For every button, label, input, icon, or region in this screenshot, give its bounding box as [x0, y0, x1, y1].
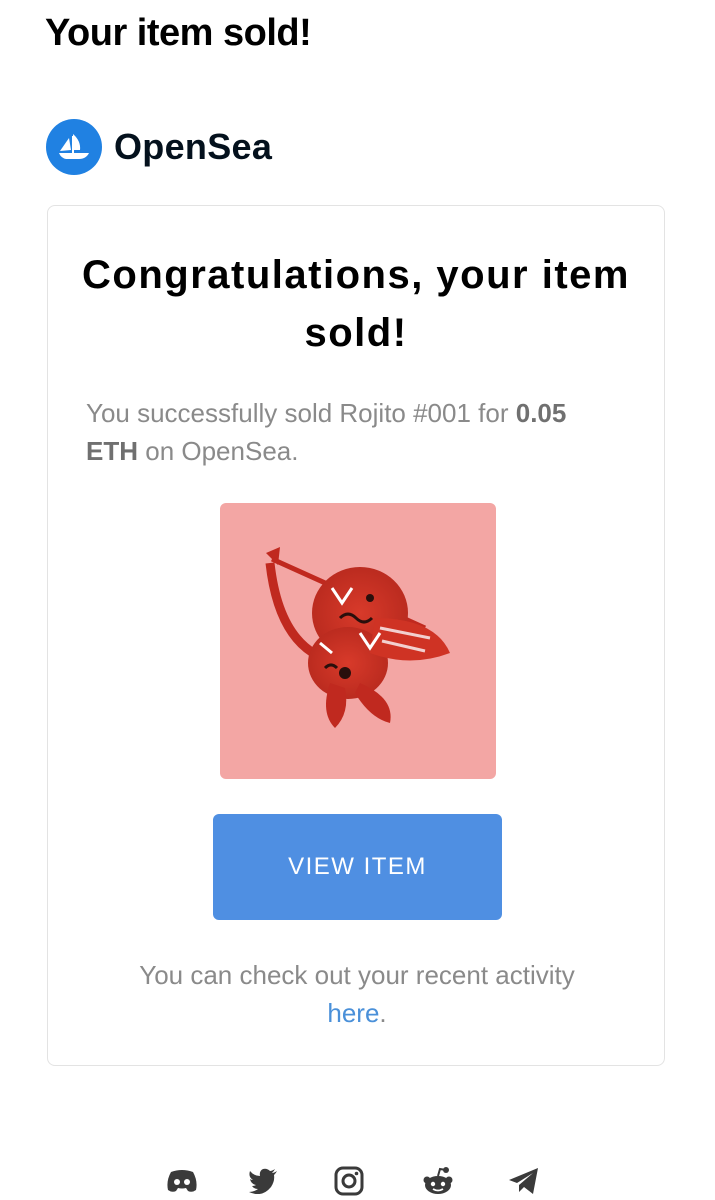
instagram-icon[interactable] [332, 1164, 366, 1198]
brand-name: OpenSea [114, 126, 273, 167]
card-title-text: Congratulations, your item sold! [82, 253, 630, 355]
activity-note-text: You can check out your recent activity [139, 960, 575, 990]
card-title: Congratulations, your item sold! [48, 246, 664, 362]
opensea-logo-icon [46, 119, 102, 175]
cupid-artwork [265, 547, 450, 728]
sale-message-prefix: You successfully sold Rojito #001 for [86, 398, 509, 428]
social-links [0, 1160, 715, 1200]
sale-notification-card: Congratulations, your item sold! You suc… [47, 205, 665, 1066]
activity-here-link[interactable]: here [327, 998, 379, 1028]
brand-header[interactable]: OpenSea [46, 119, 272, 175]
sale-message-suffix: on OpenSea. [145, 436, 299, 466]
nft-item-image[interactable] [220, 503, 496, 779]
sale-message: You successfully sold Rojito #001 for 0.… [86, 394, 606, 470]
telegram-icon[interactable] [507, 1164, 541, 1198]
activity-note-period: . [379, 998, 387, 1028]
discord-icon[interactable] [165, 1164, 199, 1198]
email-subject: Your item sold! [45, 12, 312, 54]
view-item-button[interactable]: VIEW ITEM [213, 814, 502, 920]
twitter-icon[interactable] [246, 1164, 280, 1198]
activity-note: You can check out your recent activity h… [78, 956, 636, 1032]
reddit-icon[interactable] [421, 1164, 455, 1198]
